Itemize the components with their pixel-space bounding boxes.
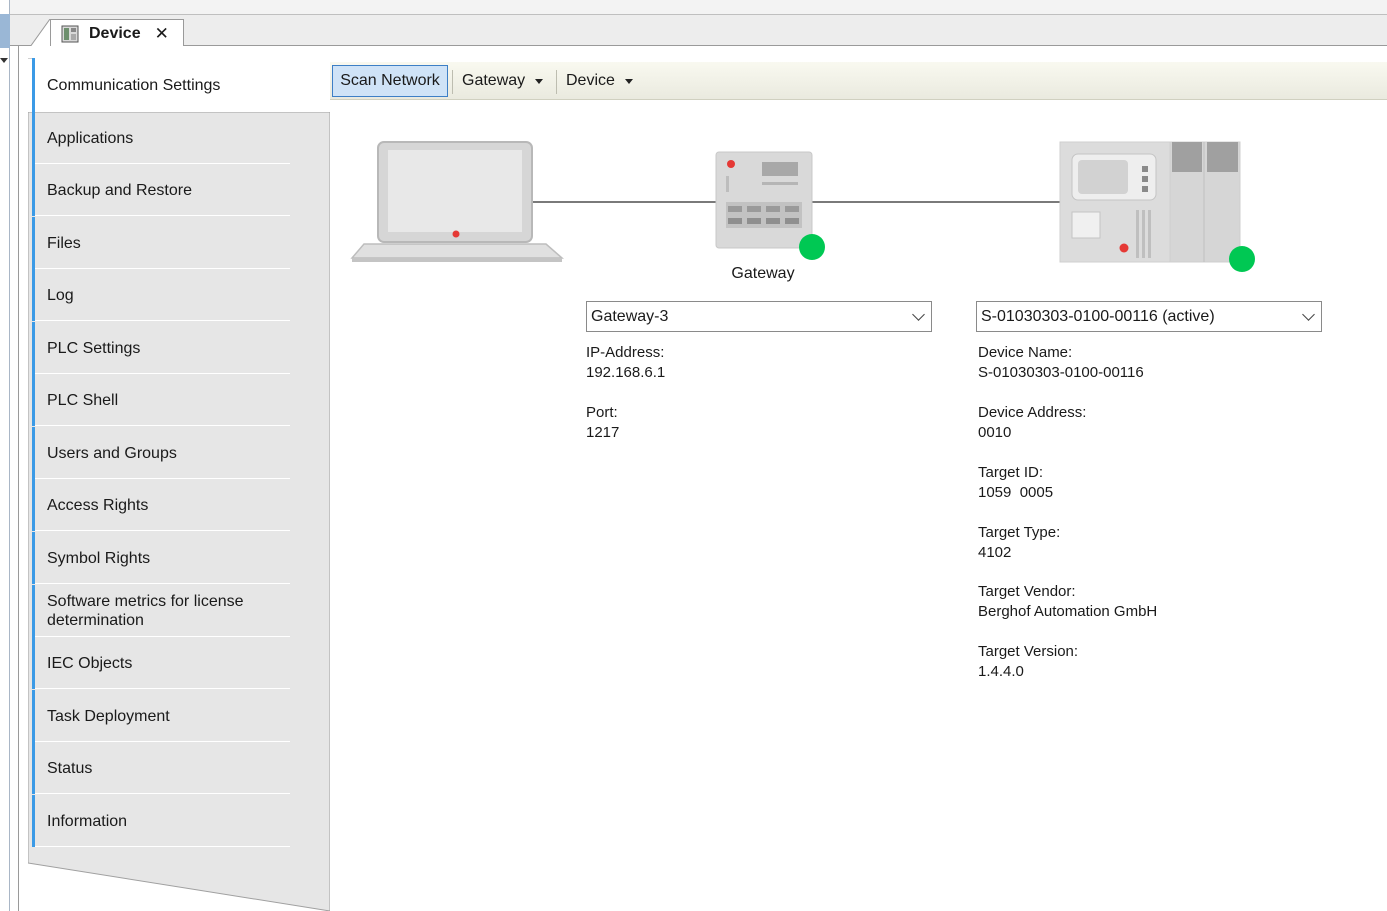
editor-tab-bar: Device ✕ <box>10 14 1387 47</box>
scan-network-label: Scan Network <box>340 72 440 89</box>
sidebar-item-iec-objects[interactable]: IEC Objects <box>32 637 290 689</box>
tab-title: Device <box>89 24 141 42</box>
target-id-label: Target ID: <box>978 464 1044 481</box>
sidebar-item-label: Log <box>47 286 74 304</box>
close-icon[interactable]: ✕ <box>155 24 169 44</box>
target-vendor-value: Berghof Automation GmbH <box>978 603 1158 620</box>
sidebar-item-label: Information <box>47 812 128 830</box>
gateway-select[interactable]: Gateway-3 <box>586 301 932 332</box>
sidebar-item-log[interactable]: Log <box>32 269 290 321</box>
target-type-label: Target Type: <box>978 524 1061 541</box>
device-icon <box>61 25 79 42</box>
gateway-port-label: Port: <box>586 404 618 421</box>
chevron-down-icon <box>1302 308 1315 321</box>
sidebar-item-label: PLC Settings <box>47 339 141 357</box>
toolbar-separator <box>452 70 453 94</box>
device-address-label: Device Address: <box>978 404 1087 421</box>
device-menu-button[interactable]: Device <box>560 65 639 97</box>
sidebar-item-status[interactable]: Status <box>32 742 290 794</box>
sidebar-item-label: Task Deployment <box>47 707 170 725</box>
chevron-down-icon <box>912 308 925 321</box>
tab-device[interactable]: Device ✕ <box>50 19 184 47</box>
laptop-icon <box>350 141 564 262</box>
sidebar-item-communication-settings[interactable]: Communication Settings <box>32 58 330 112</box>
sidebar-item-files[interactable]: Files <box>32 217 290 269</box>
dropdown-caret-icon <box>535 78 544 84</box>
gateway-select-value: Gateway-3 <box>591 307 669 325</box>
device-status-icon <box>1229 246 1255 272</box>
sidebar-item-label: PLC Shell <box>47 391 119 409</box>
device-sidebar: Communication Settings Applications Back… <box>28 58 330 911</box>
sidebar-item-label: Symbol Rights <box>47 549 151 567</box>
gateway-ip-value: 192.168.6.1 <box>586 364 666 381</box>
gateway-icon <box>715 151 813 249</box>
sidebar-item-backup-and-restore[interactable]: Backup and Restore <box>32 164 290 216</box>
sidebar-item-label: Applications <box>47 129 134 147</box>
sidebar-item-label: Software metrics for license determinati… <box>47 593 244 629</box>
top-band <box>10 0 1387 14</box>
sidebar-item-label: Communication Settings <box>47 76 221 94</box>
dropdown-caret-icon <box>624 78 633 84</box>
target-type-value: 4102 <box>978 544 1012 561</box>
sidebar-item-label: Status <box>47 759 93 777</box>
target-vendor-label: Target Vendor: <box>978 583 1076 600</box>
sidebar-item-label: Files <box>47 234 81 252</box>
plc-device-icon <box>1059 141 1241 263</box>
target-id-value: 1059 0005 <box>978 484 1054 501</box>
sidebar-item-software-metrics[interactable]: Software metrics for license determinati… <box>32 585 290 637</box>
gateway-ip-label: IP-Address: <box>586 344 665 361</box>
sidebar-item-information[interactable]: Information <box>32 795 290 847</box>
target-version-label: Target Version: <box>978 643 1079 660</box>
toolbar-separator <box>556 70 557 94</box>
connection-line-gateway-device <box>812 201 1060 203</box>
sidebar-item-plc-settings[interactable]: PLC Settings <box>32 322 290 374</box>
device-name-label: Device Name: <box>978 344 1073 361</box>
device-menu-label: Device <box>566 72 615 89</box>
gateway-port-value: 1217 <box>586 424 620 441</box>
device-name-value: S-01030303-0100-00116 <box>978 364 1144 381</box>
sidebar-item-symbol-rights[interactable]: Symbol Rights <box>32 532 290 584</box>
sidebar-item-task-deployment[interactable]: Task Deployment <box>32 690 290 742</box>
gateway-menu-label: Gateway <box>462 72 526 89</box>
collapse-arrow-icon[interactable] <box>0 58 8 63</box>
tab-slant <box>30 19 50 47</box>
sidebar-item-label: Users and Groups <box>47 444 177 462</box>
device-address-value: 0010 <box>978 424 1012 441</box>
gateway-status-icon <box>799 234 825 260</box>
target-version-value: 1.4.4.0 <box>978 663 1024 680</box>
sidebar-item-label: Access Rights <box>47 496 149 514</box>
sidebar-item-users-and-groups[interactable]: Users and Groups <box>32 427 290 479</box>
left-panel-marker <box>0 14 10 48</box>
device-select-value: S-01030303-0100-00116 (active) <box>981 307 1215 325</box>
communication-toolbar: Scan Network Gateway Device <box>330 62 1387 100</box>
scan-network-button[interactable]: Scan Network <box>332 65 448 97</box>
device-select[interactable]: S-01030303-0100-00116 (active) <box>976 301 1322 332</box>
sidebar-item-applications[interactable]: Applications <box>32 112 290 164</box>
sidebar-item-label: IEC Objects <box>47 654 133 672</box>
sidebar-item-label: Backup and Restore <box>47 181 192 199</box>
gateway-caption: Gateway <box>731 265 795 282</box>
sidebar-item-access-rights[interactable]: Access Rights <box>32 479 290 531</box>
sidebar-item-plc-shell[interactable]: PLC Shell <box>32 374 290 426</box>
gateway-menu-button[interactable]: Gateway <box>456 65 549 97</box>
left-panel-strip <box>0 0 10 911</box>
